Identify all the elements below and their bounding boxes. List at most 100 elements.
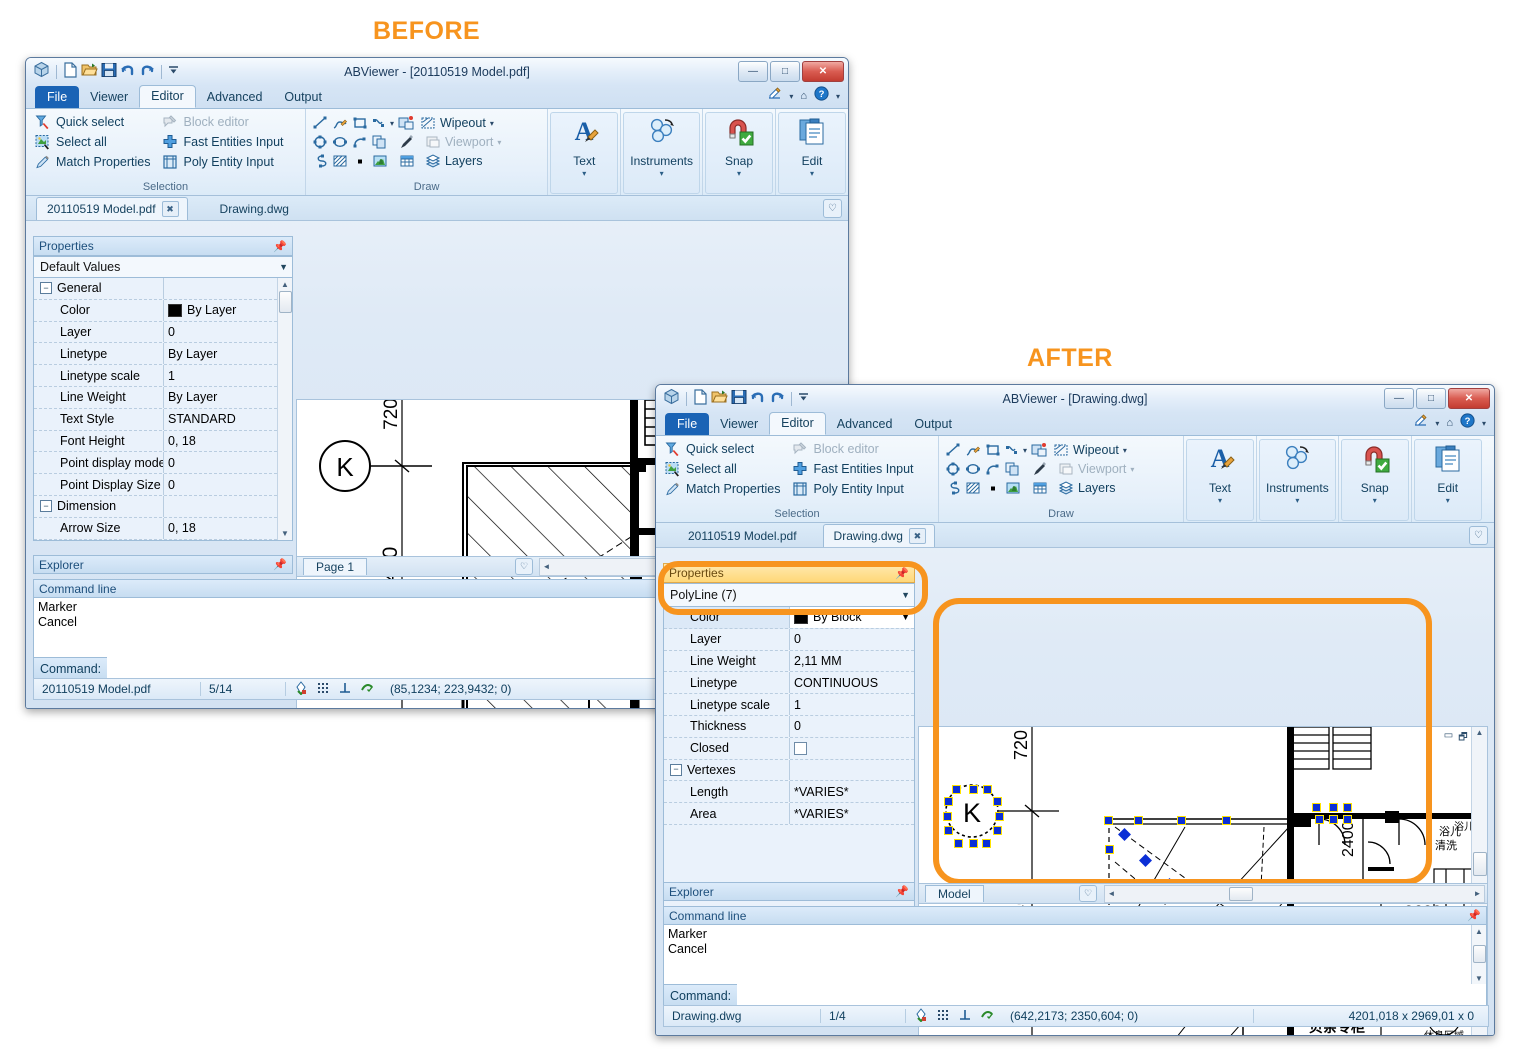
property-row-arrow-size[interactable]: Arrow Size 0, 18 [34, 517, 292, 540]
spline-icon[interactable] [1005, 442, 1021, 458]
grip-handle[interactable] [1222, 816, 1231, 825]
grip-handle[interactable] [1134, 816, 1143, 825]
after-model-tabstrip[interactable]: Model ♡ ◄ ► [918, 883, 1488, 904]
grip-handle[interactable] [952, 785, 961, 794]
doc-tab-drawing-dwg[interactable]: Drawing.dwg [210, 199, 297, 220]
new-icon[interactable] [63, 61, 78, 83]
customize-qat-icon[interactable] [798, 390, 809, 409]
wipeout-icon[interactable] [420, 115, 436, 131]
layers-label[interactable]: Layers [1078, 481, 1116, 495]
copy-entity-icon[interactable] [1005, 461, 1021, 477]
circle-icon[interactable] [945, 461, 961, 477]
property-row-thickness[interactable]: Thickness 0 [664, 715, 914, 738]
doc-tab-drawing-dwg[interactable]: Drawing.dwg ✖ [822, 524, 935, 547]
chevron-down-icon[interactable]: ▾ [1123, 446, 1127, 455]
osnap-icon[interactable] [294, 680, 308, 698]
ribbon-tab-editor[interactable]: Editor [769, 412, 826, 435]
line-icon[interactable] [945, 442, 961, 458]
point-icon[interactable] [352, 153, 368, 169]
snap-button[interactable]: Snap ▾ [705, 112, 773, 194]
save-icon[interactable] [731, 389, 747, 410]
property-row-area[interactable]: Area *VARIES* [664, 803, 914, 825]
property-row-linetype[interactable]: Linetype By Layer [34, 343, 292, 366]
command-scrollbar[interactable]: ▲ ▼ [1471, 925, 1486, 984]
close-icon[interactable]: ✖ [908, 528, 926, 544]
property-row-text-style[interactable]: Text Style STANDARD [34, 408, 292, 431]
block-insert-icon[interactable] [1031, 442, 1047, 458]
spline-icon[interactable] [372, 115, 388, 131]
before-document-tabs[interactable]: 20110519 Model.pdf ✖ Drawing.dwg ♡ [26, 196, 848, 221]
pin-icon[interactable]: 📌 [273, 240, 287, 253]
page-tab[interactable]: Page 1 [303, 558, 368, 575]
select-all-button[interactable]: Select all [32, 133, 153, 151]
ribbon-tab-advanced[interactable]: Advanced [826, 414, 904, 435]
wipeout-label[interactable]: Wipeout [1073, 443, 1119, 457]
chevron-down-icon[interactable]: ▾ [660, 169, 664, 178]
grip-handle[interactable] [993, 826, 1002, 835]
chevron-down-icon[interactable]: ▼ [279, 262, 288, 272]
line-icon[interactable] [312, 115, 328, 131]
grip-handle[interactable] [954, 839, 963, 848]
chevron-down-icon[interactable]: ▾ [1023, 446, 1027, 455]
before-window-buttons[interactable]: — □ ✕ [738, 61, 844, 82]
grip-handle[interactable] [1329, 803, 1338, 812]
ribbon-tab-advanced[interactable]: Advanced [196, 87, 274, 108]
statusbar-toggles[interactable] [286, 679, 382, 699]
close-button[interactable]: ✕ [1448, 388, 1490, 409]
quick-access-toolbar[interactable] [26, 61, 179, 83]
before-ribbon-tabs[interactable]: File Viewer Editor Advanced Output ▾ ⌂ ?… [26, 85, 848, 108]
instruments-button[interactable]: Instruments ▾ [623, 112, 700, 194]
poly-entity-input-button[interactable]: Poly Entity Input [159, 153, 286, 171]
match-properties-button[interactable]: Match Properties [32, 153, 153, 171]
rectangle-icon[interactable] [985, 442, 1001, 458]
closed-checkbox[interactable] [794, 741, 807, 755]
ribbon-tab-output[interactable]: Output [903, 414, 963, 435]
quick-select-button[interactable]: Quick select [662, 440, 783, 458]
match-properties-button[interactable]: Match Properties [662, 480, 783, 498]
collapse-icon[interactable]: − [40, 282, 52, 295]
grip-handle[interactable] [993, 797, 1002, 806]
edit-pen-icon[interactable] [1413, 413, 1428, 433]
grip-handle[interactable] [1329, 815, 1338, 824]
ribbon-tab-viewer[interactable]: Viewer [709, 414, 769, 435]
minimize-button[interactable]: — [1384, 388, 1414, 409]
block-editor-button[interactable]: Block editor [789, 440, 916, 458]
grip-handle[interactable] [1177, 816, 1186, 825]
point-icon[interactable] [985, 480, 1001, 496]
redo-icon[interactable] [139, 62, 155, 83]
grid-icon[interactable] [936, 1008, 950, 1025]
ribbon-tab-file[interactable]: File [665, 413, 710, 435]
minimize-ribbon-icon[interactable]: ⌂ [1446, 417, 1453, 429]
quick-access-toolbar[interactable] [656, 388, 809, 410]
helix-icon[interactable] [312, 153, 328, 169]
helix-icon[interactable] [945, 480, 961, 496]
help-icon[interactable]: ? [814, 86, 829, 106]
chevron-down-icon[interactable]: ▾ [1435, 419, 1439, 428]
property-row-point-display-size[interactable]: Point Display Size 0 [34, 474, 292, 496]
property-row-linetype[interactable]: Linetype CONTINUOUS [664, 672, 914, 695]
new-icon[interactable] [693, 388, 708, 410]
layers-label[interactable]: Layers [445, 154, 483, 168]
chevron-down-icon[interactable]: ▾ [1446, 496, 1450, 505]
chevron-down-icon[interactable]: ▾ [1295, 496, 1299, 505]
restore-icon[interactable]: 🗗 [1458, 730, 1467, 747]
snap-check-icon[interactable] [980, 1008, 994, 1025]
chevron-down-icon[interactable]: ▾ [1218, 496, 1222, 505]
chevron-down-icon[interactable]: ▾ [582, 169, 586, 178]
wipeout-icon[interactable] [1053, 442, 1069, 458]
tab-list-icon[interactable]: ♡ [823, 199, 842, 218]
copy-entity-icon[interactable] [372, 134, 388, 150]
grip-handle[interactable] [995, 812, 1004, 821]
layers-icon[interactable] [425, 153, 441, 169]
properties-selector[interactable]: Default Values ▼ [33, 256, 293, 278]
edit-button[interactable]: Edit ▾ [1413, 439, 1482, 521]
doc-tab-model-pdf[interactable]: 20110519 Model.pdf [678, 526, 805, 547]
grip-handle[interactable] [969, 839, 978, 848]
circle-icon[interactable] [312, 134, 328, 150]
undo-icon[interactable] [750, 389, 766, 410]
maximize-button[interactable]: □ [770, 61, 800, 82]
poly-entity-input-button[interactable]: Poly Entity Input [789, 480, 916, 498]
image-icon[interactable] [1005, 480, 1021, 496]
ribbon-tab-viewer[interactable]: Viewer [79, 87, 139, 108]
minimize-button[interactable]: — [738, 61, 768, 82]
